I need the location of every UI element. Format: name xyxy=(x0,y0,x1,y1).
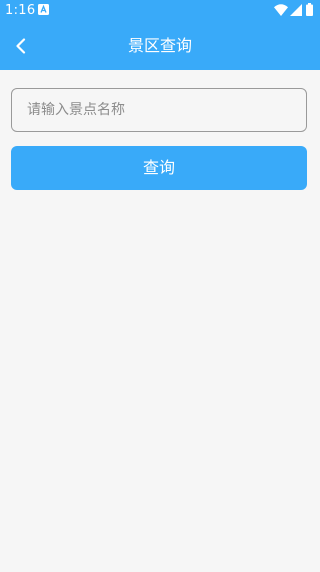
a-notification-icon xyxy=(38,4,49,15)
status-time: 1:16 xyxy=(5,3,36,18)
search-field[interactable] xyxy=(11,88,307,132)
status-bar: 1:16 xyxy=(0,0,320,22)
search-input[interactable] xyxy=(12,89,306,131)
wifi-icon xyxy=(274,4,288,16)
query-button[interactable]: 查询 xyxy=(11,146,307,190)
battery-icon xyxy=(306,3,313,16)
cell-signal-icon xyxy=(290,4,302,16)
page-title: 景区查询 xyxy=(127,36,192,55)
toolbar: 景区查询 xyxy=(0,22,320,70)
app-bar: 1:16 景区查询 xyxy=(0,0,320,70)
